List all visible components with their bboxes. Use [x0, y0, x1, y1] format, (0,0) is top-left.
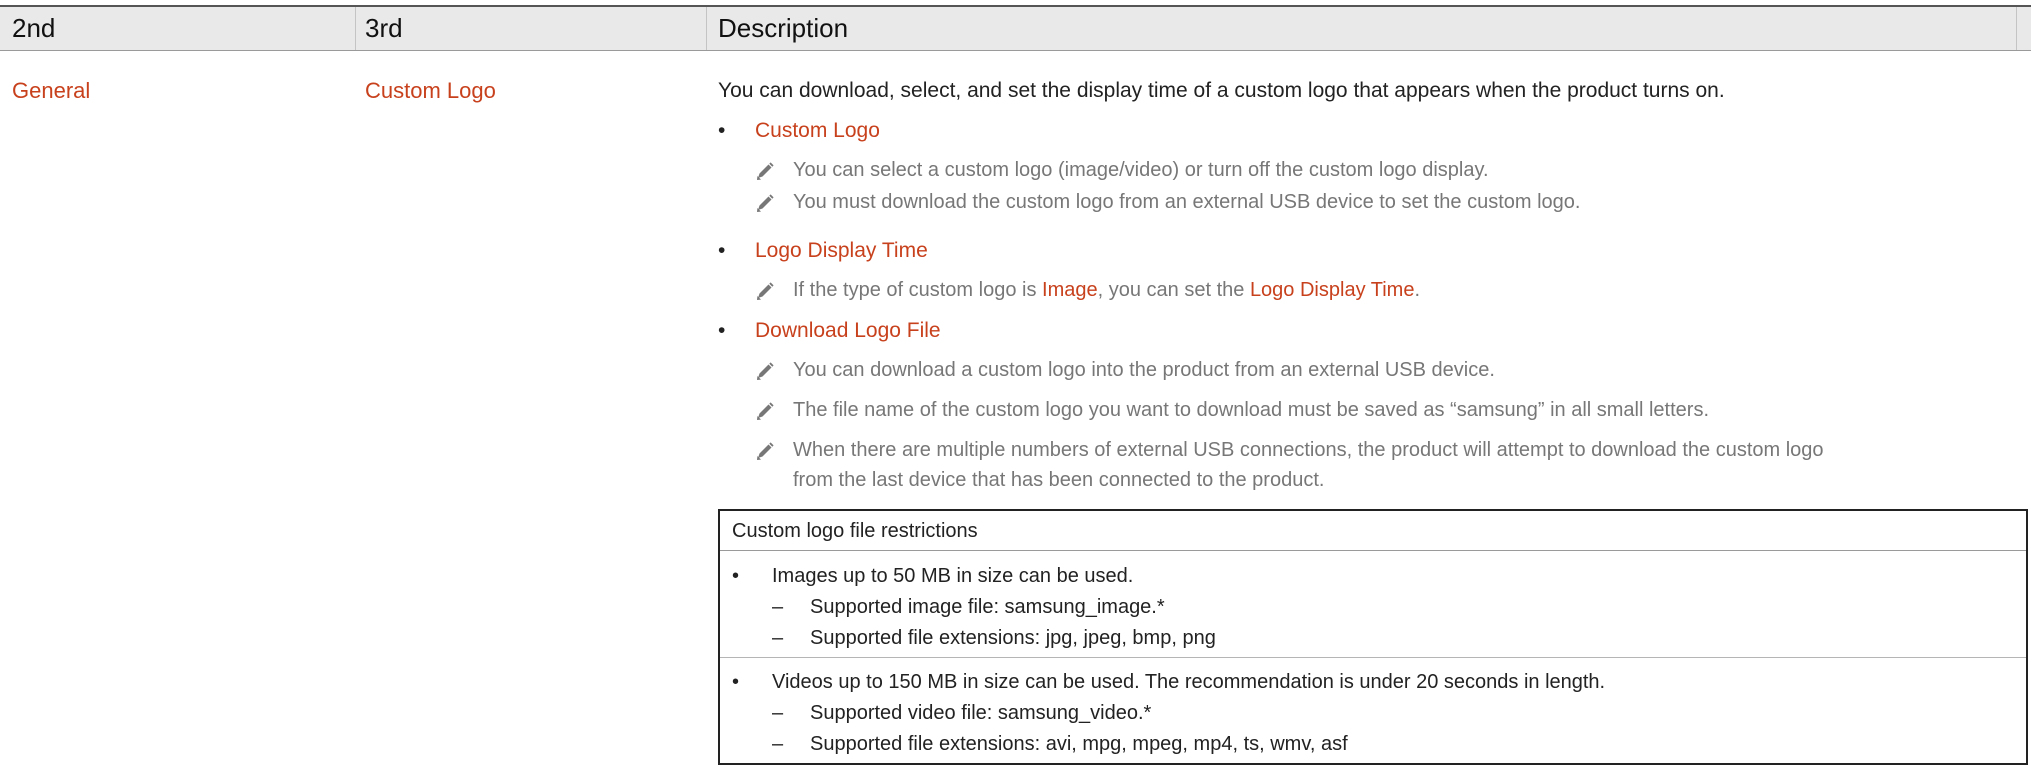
custom-logo-link[interactable]: Custom Logo: [755, 116, 880, 146]
divider: [720, 657, 2026, 658]
images-restriction: Images up to 50 MB in size can be used.: [772, 565, 1134, 587]
column-divider: [355, 7, 356, 50]
column-divider: [2016, 7, 2017, 50]
description-intro: You can download, select, and set the di…: [718, 79, 1725, 102]
logo-display-time-link[interactable]: Logo Display Time: [755, 236, 928, 266]
bullet: •: [732, 671, 740, 693]
bullet: •: [718, 319, 726, 342]
note-text: If the type of custom logo is Image, you…: [793, 279, 1421, 301]
bullet: •: [718, 119, 726, 142]
note-text: You must download the custom logo from a…: [793, 191, 1581, 213]
images-sub-item: Supported file extensions: jpg, jpeg, bm…: [810, 627, 1216, 649]
note-text: You can download a custom logo into the …: [793, 359, 1495, 381]
note-text: The file name of the custom logo you wan…: [793, 399, 1710, 421]
dash: –: [772, 702, 784, 724]
videos-restriction: Videos up to 150 MB in size can be used.…: [772, 671, 1606, 693]
download-logo-file-link[interactable]: Download Logo File: [755, 316, 941, 346]
logo-display-time-term-link[interactable]: Logo Display Time: [1250, 279, 1415, 301]
header-2nd: 2nd: [12, 13, 56, 43]
note-text: You can select a custom logo (image/vide…: [793, 159, 1489, 181]
pencil-icon: [757, 282, 774, 300]
menu-general-link[interactable]: General: [12, 76, 90, 106]
images-sub-item: Supported image file: samsung_image.*: [810, 596, 1165, 618]
restrictions-box: Custom logo file restrictions • Images u…: [718, 509, 2028, 765]
header-description: Description: [718, 13, 849, 43]
note-text: When there are multiple numbers of exter…: [793, 439, 1824, 461]
pencil-icon: [757, 442, 774, 460]
pencil-icon: [757, 402, 774, 420]
videos-sub-item: Supported video file: samsung_video.*: [810, 702, 1152, 724]
column-divider: [706, 7, 707, 50]
pencil-icon: [757, 362, 774, 380]
pencil-icon: [757, 162, 774, 180]
dash: –: [772, 596, 784, 618]
menu-custom-logo-link[interactable]: Custom Logo: [365, 76, 496, 106]
bullet: •: [718, 239, 726, 262]
table-header: 2nd 3rd Description: [0, 7, 2031, 51]
videos-sub-item: Supported file extensions: avi, mpg, mpe…: [810, 733, 1348, 755]
header-3rd: 3rd: [365, 13, 403, 43]
dash: –: [772, 627, 784, 649]
bullet: •: [732, 565, 740, 587]
pencil-icon: [757, 194, 774, 212]
image-term-link[interactable]: Image: [1042, 279, 1098, 301]
note-text-continued: from the last device that has been conne…: [793, 469, 1325, 491]
restrictions-title: Custom logo file restrictions: [720, 511, 2026, 551]
dash: –: [772, 733, 784, 755]
